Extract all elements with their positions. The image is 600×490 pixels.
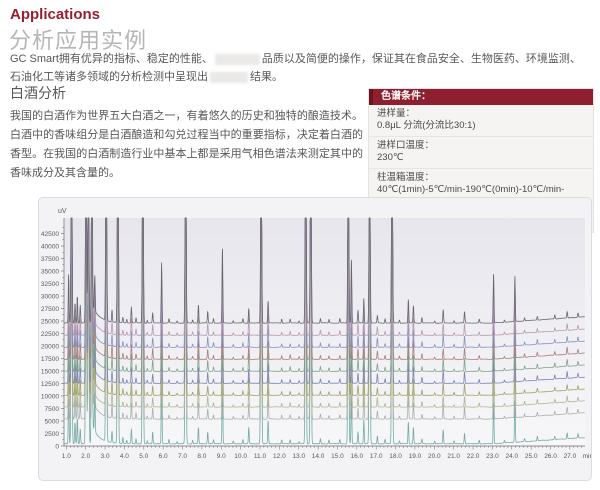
svg-text:9.0: 9.0 [217, 453, 226, 460]
svg-text:uV: uV [58, 208, 67, 215]
svg-text:22500: 22500 [41, 331, 59, 338]
svg-text:27500: 27500 [41, 306, 59, 313]
svg-text:11.0: 11.0 [254, 453, 267, 460]
svg-text:27.0: 27.0 [564, 453, 577, 460]
svg-text:1.0: 1.0 [62, 453, 71, 460]
svg-text:26.0: 26.0 [544, 453, 557, 460]
svg-text:42500: 42500 [41, 231, 59, 238]
svg-text:30000: 30000 [41, 293, 59, 300]
svg-text:32500: 32500 [41, 281, 59, 288]
svg-text:17500: 17500 [41, 356, 59, 363]
svg-text:2.0: 2.0 [81, 453, 90, 460]
baijiu-section-title: 白酒分析 [10, 83, 66, 103]
condition-value: 230℃ [377, 152, 585, 164]
redacted-text-patch [210, 72, 248, 83]
svg-text:4.0: 4.0 [120, 453, 129, 460]
condition-row: 进样口温度：230℃ [369, 137, 593, 169]
svg-text:20000: 20000 [41, 343, 59, 350]
svg-text:12500: 12500 [41, 381, 59, 388]
svg-text:35000: 35000 [41, 268, 59, 275]
chromatogram-panel: 0 2500 5000 7500 10000 12500 15000 17500 20000 22… [38, 197, 592, 481]
svg-text:40000: 40000 [41, 243, 59, 250]
svg-text:7.0: 7.0 [178, 453, 187, 460]
svg-text:12.0: 12.0 [273, 453, 286, 460]
svg-text:21.0: 21.0 [447, 453, 460, 460]
svg-text:16.0: 16.0 [351, 453, 364, 460]
svg-text:25000: 25000 [41, 318, 59, 325]
condition-label: 进样量： [377, 108, 585, 120]
applications-title: Applications [10, 6, 100, 23]
svg-text:18.0: 18.0 [389, 453, 402, 460]
svg-text:23.0: 23.0 [486, 453, 499, 460]
condition-label: 柱温箱温度： [377, 172, 585, 184]
svg-text:10.0: 10.0 [234, 453, 247, 460]
condition-row: 进样量：0.8μL 分流(分流比30:1) [369, 105, 593, 137]
svg-text:7500: 7500 [45, 406, 60, 413]
conditions-header: 色谱条件： [369, 89, 593, 105]
svg-text:0: 0 [55, 443, 59, 450]
svg-text:25.0: 25.0 [525, 453, 538, 460]
intro-paragraph: GC Smart拥有优异的指标、稳定的性能、品质以及简便的操作，保证其在食品安全… [10, 50, 588, 86]
svg-text:37500: 37500 [41, 256, 59, 263]
svg-text:20.0: 20.0 [428, 453, 441, 460]
svg-text:6.0: 6.0 [159, 453, 168, 460]
intro-text-segment: 结果。 [250, 71, 283, 83]
svg-text:14.0: 14.0 [312, 453, 325, 460]
svg-text:2500: 2500 [45, 431, 60, 438]
svg-text:22.0: 22.0 [467, 453, 480, 460]
svg-text:15000: 15000 [41, 368, 59, 375]
condition-label: 进样口温度： [377, 140, 585, 152]
svg-text:5000: 5000 [45, 418, 60, 425]
svg-text:8.0: 8.0 [197, 453, 206, 460]
svg-text:5.0: 5.0 [139, 453, 148, 460]
redacted-text-patch [215, 54, 260, 65]
svg-text:min: min [583, 453, 591, 460]
intro-text-segment: GC Smart拥有优异的指标、稳定的性能、 [10, 53, 213, 65]
svg-text:24.0: 24.0 [505, 453, 518, 460]
svg-text:13.0: 13.0 [292, 453, 305, 460]
baijiu-section-body: 我国的白酒作为世界五大白酒之一，有着悠久的历史和独特的酿造技术。白酒中的香味组分… [10, 107, 363, 183]
svg-text:10000: 10000 [41, 393, 59, 400]
svg-text:3.0: 3.0 [101, 453, 110, 460]
svg-text:15.0: 15.0 [331, 453, 344, 460]
svg-text:19.0: 19.0 [409, 453, 422, 460]
svg-text:17.0: 17.0 [370, 453, 383, 460]
chromatogram-chart: 0 2500 5000 7500 10000 12500 15000 17500 20000 22… [39, 204, 591, 472]
condition-value: 0.8μL 分流(分流比30:1) [377, 120, 585, 132]
